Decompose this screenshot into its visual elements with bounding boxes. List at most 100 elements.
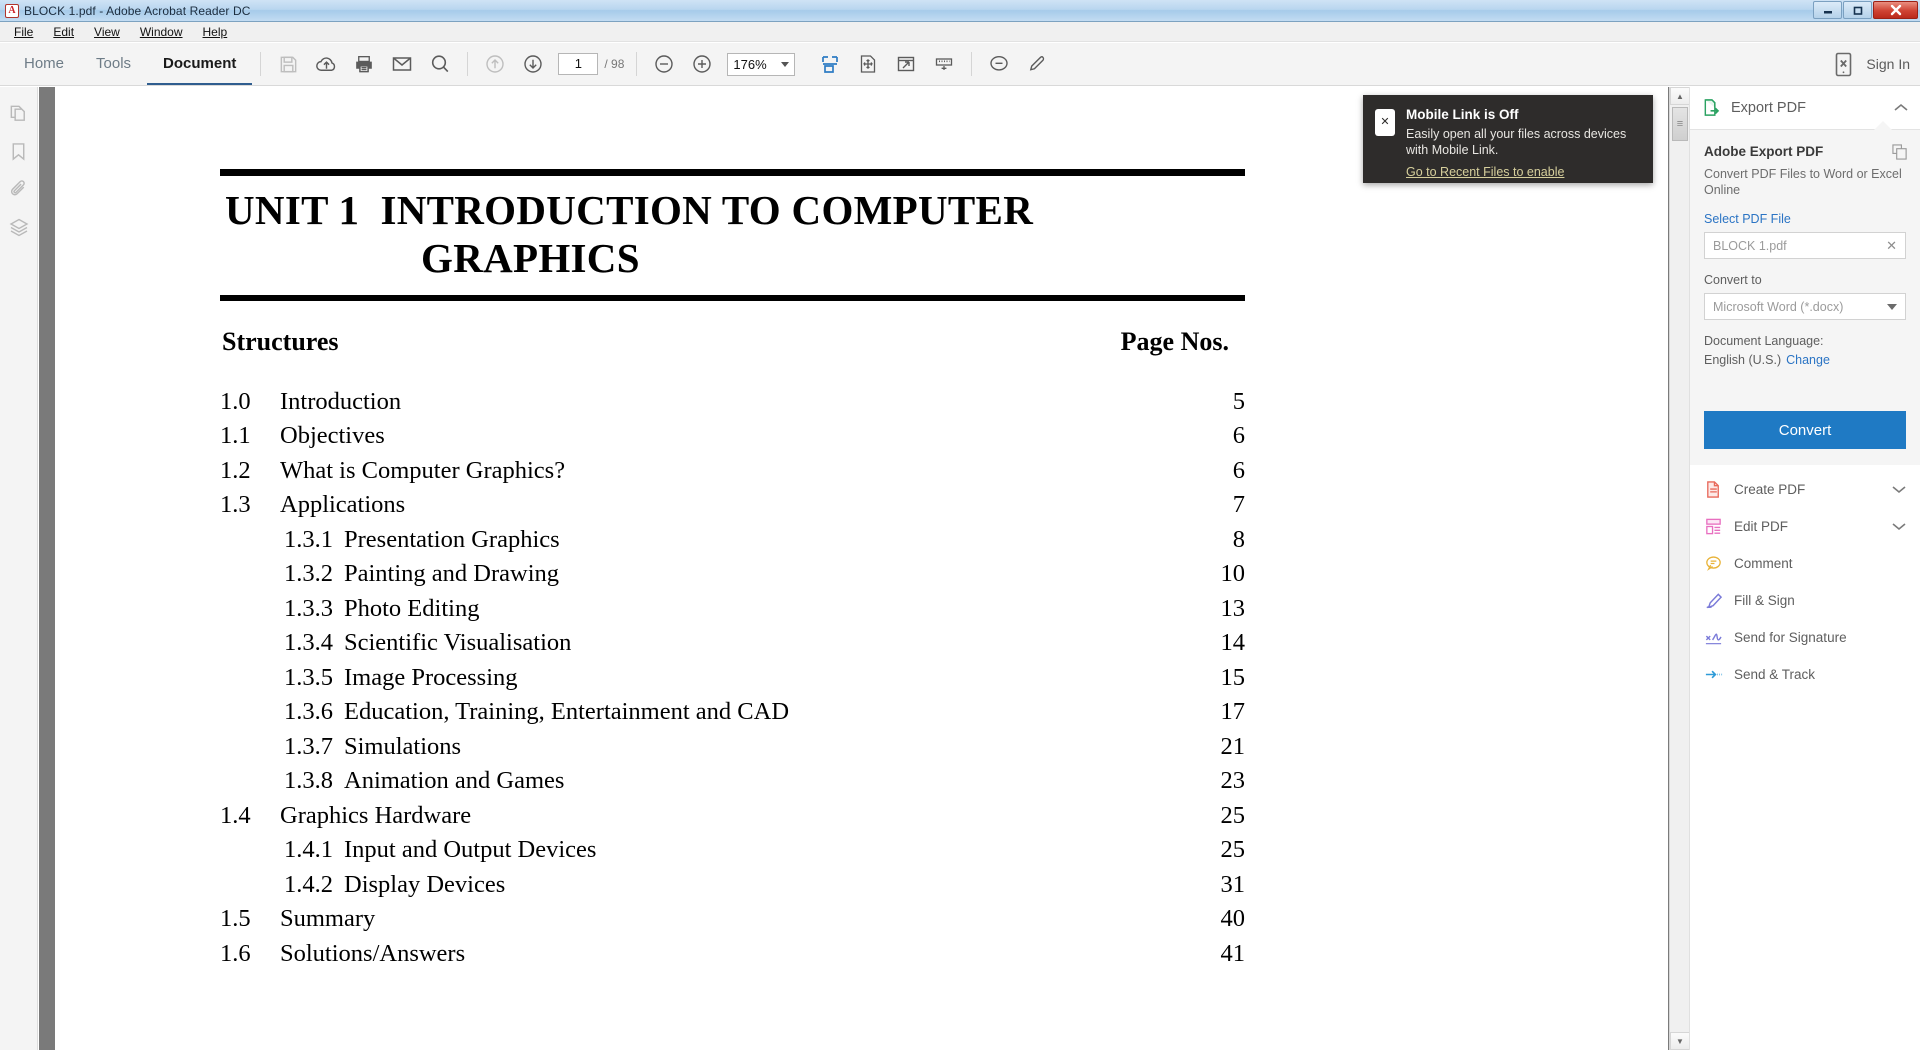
upload-cloud-icon[interactable] [307, 45, 345, 83]
page-thumbnails-icon[interactable] [7, 101, 31, 125]
close-button[interactable] [1873, 1, 1918, 19]
scrollbar-thumb[interactable] [1672, 107, 1688, 141]
export-subtitle: Convert PDF Files to Word or Excel Onlin… [1704, 167, 1902, 197]
comment-icon [1704, 554, 1723, 573]
arrow-up-circle-icon[interactable] [476, 45, 514, 83]
toc-row-label: What is Computer Graphics? [280, 456, 566, 484]
toc-row-page: 14 [1220, 629, 1246, 657]
search-icon[interactable] [421, 45, 459, 83]
title-line-1: INTRODUCTION TO COMPUTER [380, 187, 1034, 233]
minimize-button[interactable] [1813, 1, 1842, 19]
toc-row: 1.3.4 Scientific Visualisation 14 [220, 626, 1245, 661]
document-scrollbar[interactable]: ▲ ▼ [1669, 87, 1689, 1050]
acrobat-reader-window: BLOCK 1.pdf - Adobe Acrobat Reader DC Fi… [0, 0, 1920, 1050]
toc-row-number: 1.1 [220, 422, 251, 450]
toc-row-label: Summary [280, 905, 376, 933]
close-icon[interactable]: ✕ [1886, 238, 1897, 254]
select-pdf-file-link[interactable]: Select PDF File [1704, 212, 1906, 226]
toc-row-number: 1.6 [220, 939, 251, 967]
bookmarks-icon[interactable] [7, 139, 31, 163]
chevron-up-icon[interactable] [1894, 101, 1908, 115]
menu-bar: File Edit View Window Help [0, 22, 1920, 42]
zoom-out-icon[interactable] [645, 45, 683, 83]
toc-row-number: 1.5 [220, 905, 251, 933]
chevron-down-icon[interactable] [1892, 483, 1906, 497]
menu-window[interactable]: Window [132, 23, 191, 41]
fullscreen-icon[interactable] [887, 45, 925, 83]
arrow-down-circle-icon[interactable] [514, 45, 552, 83]
window-title-bar: BLOCK 1.pdf - Adobe Acrobat Reader DC [0, 0, 1920, 22]
pdf-file-value: BLOCK 1.pdf [1713, 238, 1787, 253]
scroll-up-arrow-icon[interactable]: ▲ [1670, 87, 1689, 105]
convert-button[interactable]: Convert [1704, 411, 1906, 449]
fit-page-icon[interactable] [811, 45, 849, 83]
scroll-mode-icon[interactable] [925, 45, 963, 83]
toc-row: 1.0 Introduction 5 [220, 385, 1245, 420]
popup-enable-link[interactable]: Go to Recent Files to enable [1406, 165, 1564, 179]
restore-button[interactable] [1843, 1, 1872, 19]
toc-header-row: Structures Page Nos. [220, 301, 1245, 357]
tab-document[interactable]: Document [147, 43, 253, 85]
mobile-device-icon[interactable] [1830, 51, 1856, 77]
toolbar-divider-2 [467, 52, 469, 76]
convert-to-label: Convert to [1704, 273, 1762, 287]
menu-edit[interactable]: Edit [45, 23, 82, 41]
page-number-input[interactable]: 1 [558, 53, 599, 75]
toc-row-page: 13 [1220, 594, 1246, 622]
toc-row: 1.3.6 Education, Training, Entertainment … [220, 695, 1245, 730]
toc-row-page: 5 [1232, 387, 1245, 415]
menu-view[interactable]: View [86, 23, 128, 41]
print-icon[interactable] [345, 45, 383, 83]
toc-row-list: 1.0 Introduction 5 1.1 Objectives 6 1.2 What is… [220, 385, 1245, 972]
menu-file[interactable]: File [6, 23, 41, 41]
change-language-link[interactable]: Change [1786, 353, 1830, 367]
tool-row-edit-pdf[interactable]: Edit PDF [1690, 508, 1920, 545]
highlight-pen-icon[interactable] [1018, 45, 1056, 83]
document-language-row: English (U.S.) Change [1704, 353, 1906, 367]
sign-in-button[interactable]: Sign In [1866, 56, 1910, 72]
toc-row-page: 7 [1232, 491, 1245, 519]
toc-row: 1.4.2 Display Devices 31 [220, 868, 1245, 903]
chevron-down-icon[interactable] [1892, 520, 1906, 534]
export-pdf-icon [1702, 98, 1721, 117]
tool-row-fill-sign[interactable]: Fill & Sign [1690, 582, 1920, 619]
zoom-level-select[interactable]: 176% [727, 52, 796, 76]
zoom-in-icon[interactable] [683, 45, 721, 83]
email-icon[interactable] [383, 45, 421, 83]
scroll-down-arrow-icon[interactable]: ▼ [1670, 1032, 1689, 1050]
tool-row-send-track[interactable]: Send & Track [1690, 656, 1920, 693]
save-icon[interactable] [269, 45, 307, 83]
pan-zoom-icon[interactable] [849, 45, 887, 83]
toc-row: 1.4.1 Input and Output Devices 25 [220, 833, 1245, 868]
tool-row-create-pdf[interactable]: Create PDF [1690, 471, 1920, 508]
toc-row-label: Image Processing [344, 663, 518, 691]
toc-row-page: 15 [1220, 663, 1246, 691]
attachments-icon[interactable] [7, 177, 31, 201]
send-signature-icon [1704, 628, 1723, 647]
toc-row-number: 1.3.2 [284, 560, 333, 588]
popup-title: Mobile Link is Off [1406, 107, 1519, 122]
toc-row-number: 1.3.8 [284, 767, 333, 795]
toc-row: 1.3.3 Photo Editing 13 [220, 592, 1245, 627]
tool-row-label: Comment [1734, 556, 1793, 571]
convert-format-select[interactable]: Microsoft Word (*.docx) [1704, 293, 1906, 320]
main-toolbar: Home Tools Document 1 / 98 176% Sign In [0, 43, 1920, 86]
menu-window-label: Window [139, 24, 183, 39]
toc-row-label: Graphics Hardware [280, 801, 472, 829]
pdf-page-canvas: UNIT 1 INTRODUCTION TO COMPUTER GRAPHICS… [55, 87, 1668, 1050]
layers-icon[interactable] [7, 215, 31, 239]
tab-tools[interactable]: Tools [80, 43, 147, 85]
toc-row-number: 1.3 [220, 491, 251, 519]
toc-row-number: 1.4.2 [284, 870, 333, 898]
toolbar-divider-4 [971, 52, 973, 76]
pdf-file-field[interactable]: BLOCK 1.pdf ✕ [1704, 232, 1906, 259]
tool-row-comment[interactable]: Comment [1690, 545, 1920, 582]
tool-row-send-for-signature[interactable]: Send for Signature [1690, 619, 1920, 656]
menu-help[interactable]: Help [195, 23, 236, 41]
copy-files-icon[interactable] [1892, 144, 1908, 165]
send-track-icon [1704, 665, 1723, 684]
toc-row-label: Objectives [280, 422, 385, 450]
tab-home[interactable]: Home [8, 43, 80, 85]
comment-icon[interactable] [980, 45, 1018, 83]
toc-row-label: Applications [280, 491, 406, 519]
